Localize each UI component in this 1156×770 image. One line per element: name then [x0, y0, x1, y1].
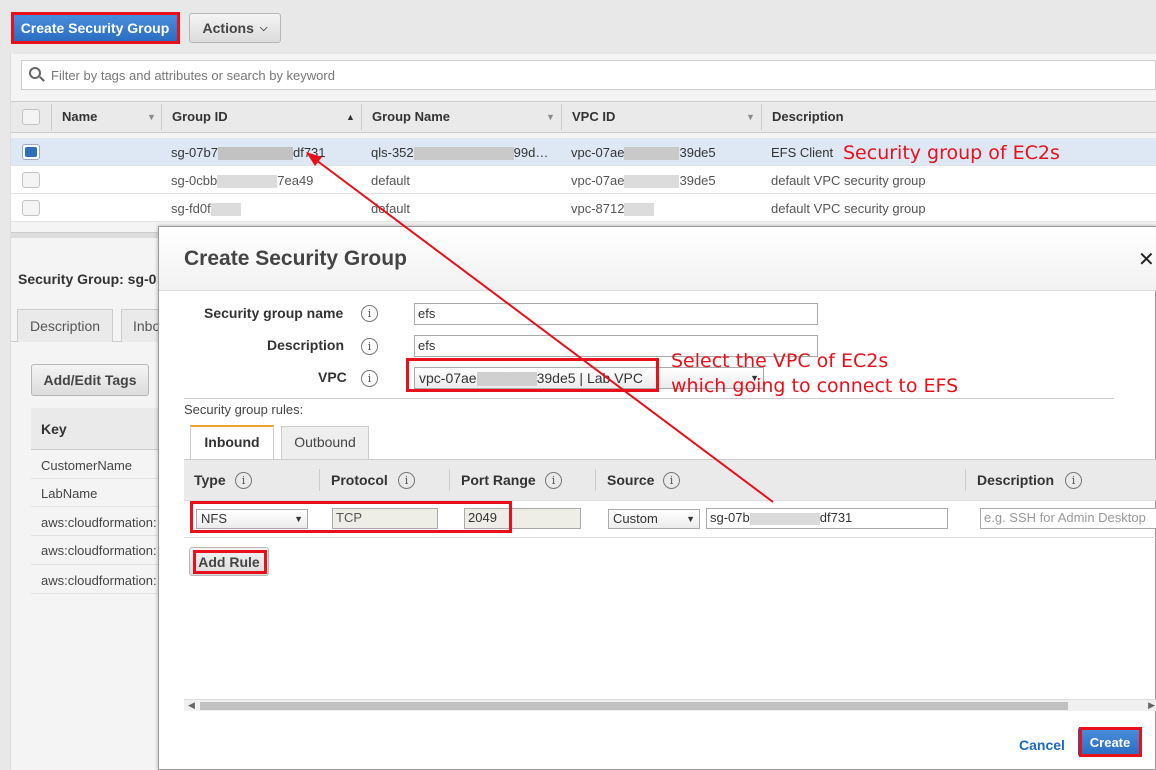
annotation-arrow	[306, 152, 774, 503]
arrow-line	[311, 156, 774, 503]
